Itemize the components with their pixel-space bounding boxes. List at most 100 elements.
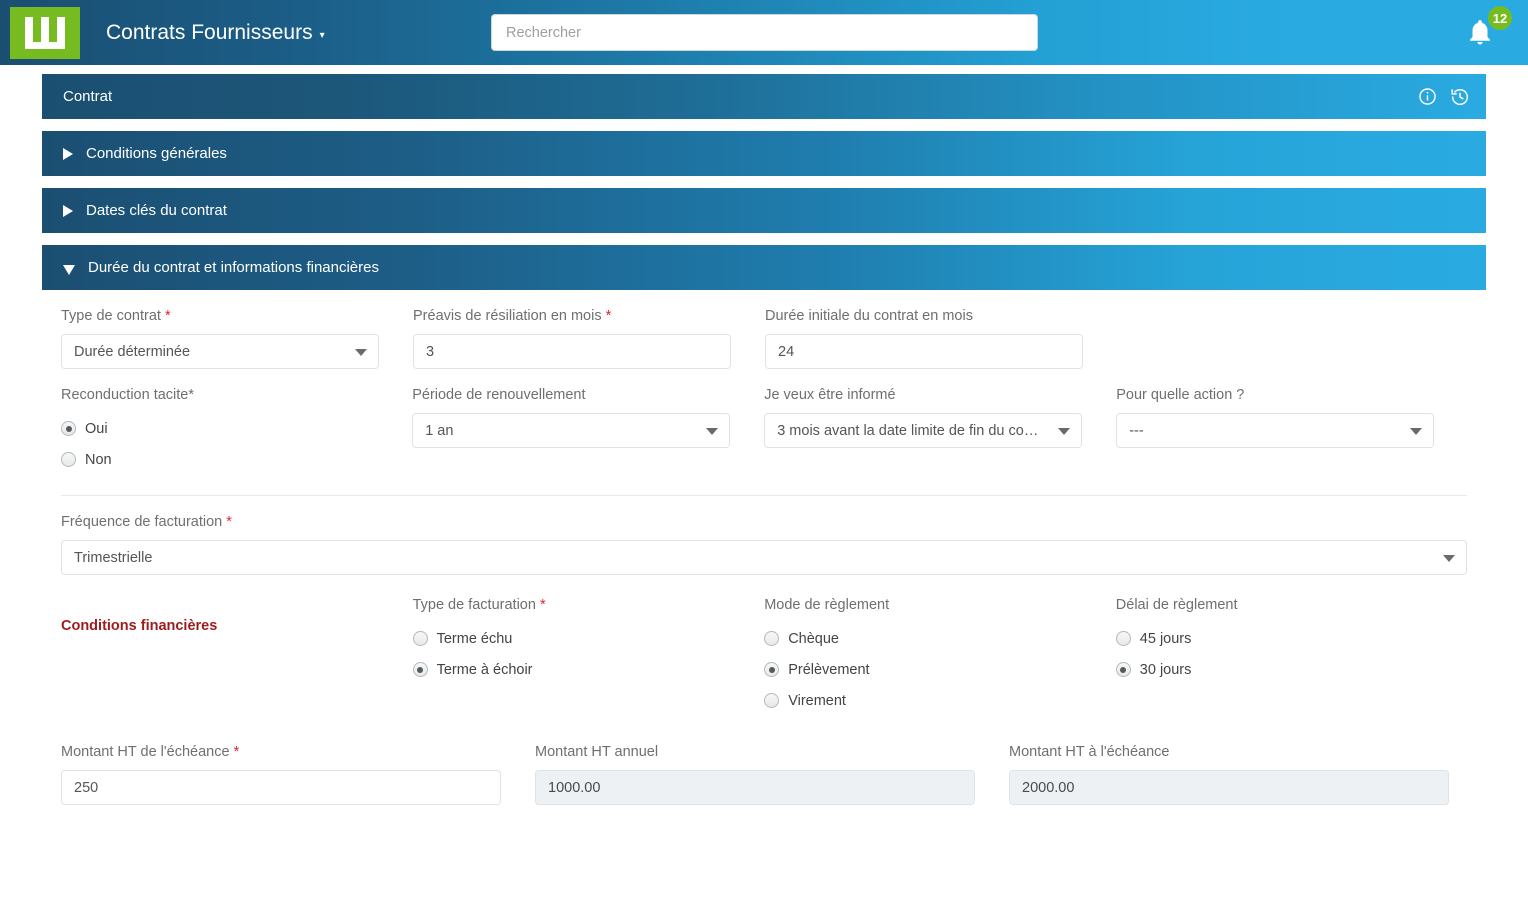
form-row-5: Montant HT de l'échéance * Montant HT an…	[61, 744, 1467, 805]
select-type-de-contrat-value: Durée déterminée	[74, 343, 191, 360]
field-type-de-contrat: Type de contrat * Durée déterminée	[61, 308, 413, 369]
required-marker: *	[605, 308, 612, 324]
label-pour-quelle-action: Pour quelle action ?	[1116, 387, 1245, 403]
radio-reconduction-non-label: Non	[85, 451, 112, 468]
panel-dates-cles: Dates clés du contrat	[42, 188, 1486, 233]
form-row-4: Conditions financières Type de facturati…	[61, 597, 1467, 716]
radio-45-jours-label: 45 jours	[1139, 630, 1192, 647]
radio-terme-echu[interactable]: Terme échu	[412, 623, 731, 654]
panel-dates-cles-title: Dates clés du contrat	[86, 202, 227, 219]
radio-30-jours-label: 30 jours	[1139, 661, 1192, 678]
field-mode-reglement: Mode de règlement Chèque Prélèvement Vir…	[764, 597, 1116, 716]
radio-button-icon[interactable]	[412, 662, 428, 677]
section-divider	[61, 495, 1467, 496]
chevron-down-icon	[1058, 427, 1071, 435]
input-preavis-resiliation[interactable]	[413, 334, 731, 369]
triangle-down-icon[interactable]	[63, 264, 75, 275]
conditions-financieres-heading: Conditions financières	[61, 618, 218, 634]
panel-conditions-generales-title: Conditions générales	[86, 145, 227, 162]
search-input[interactable]	[491, 14, 1038, 51]
label-periode-renouvellement: Période de renouvellement	[412, 387, 586, 403]
label-reconduction-tacite: Reconduction tacite*	[61, 387, 194, 403]
input-duree-initiale[interactable]	[765, 334, 1083, 369]
radio-virement[interactable]: Virement	[764, 685, 1082, 716]
radio-button-icon[interactable]	[764, 693, 780, 708]
chevron-down-icon[interactable]: ▾	[320, 30, 325, 41]
panel-contrat-title: Contrat	[63, 88, 113, 105]
select-periode-renouvellement-value: 1 an	[425, 422, 454, 439]
panel-contrat-header[interactable]: Contrat	[42, 74, 1486, 119]
radio-reconduction-oui[interactable]: Oui	[61, 413, 378, 444]
field-montant-ht-annuel: Montant HT annuel	[535, 744, 1009, 805]
radio-prelevement[interactable]: Prélèvement	[764, 654, 1082, 685]
label-montant-ht-a-echeance: Montant HT à l'échéance	[1009, 744, 1170, 760]
panel-contrat-actions	[1418, 87, 1470, 107]
label-type-facturation: Type de facturation *	[413, 597, 731, 613]
radio-45-jours[interactable]: 45 jours	[1115, 623, 1467, 654]
panel-dates-cles-header[interactable]: Dates clés du contrat	[42, 188, 1486, 233]
info-circle-icon[interactable]	[1418, 87, 1437, 106]
label-text: Type de facturation	[412, 597, 536, 613]
radio-button-icon[interactable]	[61, 421, 76, 436]
radio-terme-a-echoir-label: Terme à échoir	[436, 661, 533, 678]
required-marker: *	[233, 744, 240, 760]
triangle-right-icon[interactable]	[63, 204, 73, 217]
radio-cheque-label: Chèque	[788, 630, 839, 647]
field-je-veux-etre-informe: Je veux être informé 3 mois avant la dat…	[764, 387, 1116, 475]
field-preavis-resiliation: Préavis de résiliation en mois *	[413, 308, 765, 369]
select-je-veux-etre-informe-value: 3 mois avant la date limite de fin du co…	[777, 422, 1039, 439]
label-montant-ht-annuel: Montant HT annuel	[535, 744, 659, 760]
radio-button-icon[interactable]	[412, 631, 428, 646]
radio-terme-a-echoir[interactable]: Terme à échoir	[412, 654, 731, 685]
label-montant-ht-echeance: Montant HT de l'échéance *	[61, 744, 501, 760]
radio-terme-echu-label: Terme échu	[436, 630, 513, 647]
radio-cheque[interactable]: Chèque	[764, 623, 1082, 654]
radio-30-jours[interactable]: 30 jours	[1115, 654, 1467, 685]
chevron-down-icon	[1443, 554, 1455, 562]
radio-button-icon[interactable]	[1115, 631, 1131, 646]
chevron-down-icon	[706, 427, 719, 435]
label-frequence-facturation: Fréquence de facturation *	[61, 514, 1467, 530]
required-marker: *	[226, 514, 232, 530]
form-row-3: Fréquence de facturation * Trimestrielle	[61, 514, 1467, 575]
input-montant-ht-echeance[interactable]	[61, 770, 501, 805]
select-frequence-facturation-value: Trimestrielle	[74, 549, 153, 566]
form-row-1: Type de contrat * Durée déterminée Préav…	[61, 308, 1467, 369]
panel-duree-contrat-title: Durée du contrat et informations financi…	[88, 259, 379, 276]
select-pour-quelle-action[interactable]: ---	[1116, 413, 1435, 448]
app-header: Contrats Fournisseurs ▾ 12	[0, 0, 1528, 65]
select-type-de-contrat[interactable]: Durée déterminée	[61, 334, 379, 369]
app-title[interactable]: Contrats Fournisseurs ▾	[106, 21, 325, 45]
input-montant-ht-annuel	[535, 770, 975, 805]
radio-prelevement-label: Prélèvement	[788, 661, 870, 678]
radio-button-icon[interactable]	[1115, 662, 1131, 677]
field-reconduction-tacite: Reconduction tacite* Oui Non	[61, 387, 412, 475]
panel-conditions-generales-header[interactable]: Conditions générales	[42, 131, 1486, 176]
radio-button-icon[interactable]	[764, 631, 780, 646]
select-periode-renouvellement[interactable]: 1 an	[412, 413, 731, 448]
panel-duree-contrat-header[interactable]: Durée du contrat et informations financi…	[42, 245, 1486, 290]
label-duree-initiale: Durée initiale du contrat en mois	[765, 308, 1083, 324]
search-container	[491, 14, 1038, 51]
input-montant-ht-a-echeance	[1009, 770, 1449, 805]
field-delai-reglement: Délai de règlement 45 jours 30 jours	[1115, 597, 1467, 716]
radio-button-icon[interactable]	[764, 662, 780, 677]
brand-logo-icon[interactable]	[10, 6, 80, 59]
radio-reconduction-non[interactable]: Non	[61, 444, 378, 475]
form-row-2: Reconduction tacite* Oui Non Période de …	[61, 387, 1467, 475]
triangle-right-icon[interactable]	[63, 147, 73, 160]
chevron-down-icon	[355, 348, 367, 356]
label-text: Durée initiale du contrat en mois	[765, 308, 973, 324]
label-type-de-contrat: Type de contrat *	[61, 308, 379, 324]
select-je-veux-etre-informe[interactable]: 3 mois avant la date limite de fin du co…	[764, 413, 1083, 448]
radio-button-icon[interactable]	[61, 452, 76, 467]
label-text: Montant HT de l'échéance	[61, 744, 230, 760]
field-type-facturation: Type de facturation * Terme échu Terme à…	[412, 597, 765, 716]
radio-reconduction-oui-label: Oui	[85, 420, 108, 437]
panel-contrat: Contrat	[42, 74, 1486, 119]
label-mode-reglement: Mode de règlement	[764, 597, 890, 613]
select-frequence-facturation[interactable]: Trimestrielle	[61, 540, 1467, 575]
notifications[interactable]: 12	[1460, 6, 1512, 56]
field-duree-initiale: Durée initiale du contrat en mois	[765, 308, 1117, 369]
history-restore-icon[interactable]	[1450, 87, 1470, 107]
